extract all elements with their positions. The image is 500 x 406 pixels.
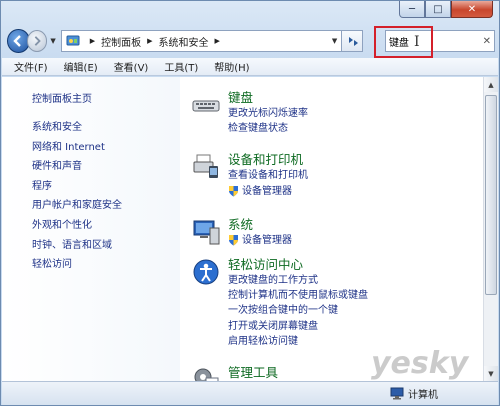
- result-link[interactable]: 设备管理器: [228, 233, 482, 248]
- sidebar-item[interactable]: 轻松访问: [32, 255, 122, 275]
- result-category-title[interactable]: 键盘: [228, 89, 482, 106]
- content-area: 控制面板主页 系统和安全 网络和 Internet 硬件和声音 程序 用户帐户和家庭安全…: [2, 77, 498, 394]
- search-highlight-box: [374, 26, 433, 58]
- result-link-label[interactable]: 打开或关闭屏幕键盘: [228, 319, 318, 334]
- result-link-label[interactable]: 查看设备和打印机: [228, 168, 308, 183]
- result-category: 轻松访问中心 更改键盘的工作方式 控制计算机而不使用鼠标或键盘 一次按组合键中的一个键…: [192, 256, 482, 349]
- back-arrow-icon: [13, 35, 22, 47]
- status-bar: 计算机: [2, 381, 498, 405]
- scroll-down-button[interactable]: ▼: [484, 366, 498, 381]
- explorer-window: ─ □ ✕ ▼ ▶ 控制面板 ▶ 系统和安全 ▶ ▼ ✕ I 文件(F) 编辑(E) 查看(…: [0, 0, 500, 406]
- breadcrumb: ▶ 控制面板 ▶ 系统和安全 ▶: [84, 34, 226, 49]
- result-link-label[interactable]: 控制计算机而不使用鼠标或键盘: [228, 288, 368, 303]
- menu-bar: 文件(F) 编辑(E) 查看(V) 工具(T) 帮助(H): [2, 58, 498, 76]
- breadcrumb-item[interactable]: 系统和安全: [158, 34, 208, 49]
- system-icon: [193, 220, 220, 245]
- breadcrumb-separator-icon[interactable]: ▶: [90, 37, 95, 45]
- sidebar: 控制面板主页 系统和安全 网络和 Internet 硬件和声音 程序 用户帐户和家庭安全…: [2, 77, 180, 381]
- sidebar-item[interactable]: 外观和个性化: [32, 216, 122, 236]
- recent-pages-dropdown[interactable]: ▼: [48, 37, 57, 45]
- menu-item[interactable]: 帮助(H): [214, 59, 249, 74]
- result-link-label[interactable]: 更改键盘的工作方式: [228, 273, 318, 288]
- result-category: 系统 设备管理器: [192, 216, 482, 248]
- sidebar-item[interactable]: 用户帐户和家庭安全: [32, 196, 122, 216]
- address-bar[interactable]: ▶ 控制面板 ▶ 系统和安全 ▶ ▼: [60, 30, 343, 52]
- result-link-label[interactable]: 一次按组合键中的一个键: [228, 303, 338, 318]
- caption-buttons: ─ □ ✕: [399, 1, 493, 18]
- scroll-up-button[interactable]: ▲: [484, 77, 498, 92]
- sidebar-item[interactable]: 时钟、语言和区域: [32, 236, 122, 256]
- keyboard-icon: [192, 100, 220, 112]
- sidebar-nav: 系统和安全 网络和 Internet 硬件和声音 程序 用户帐户和家庭安全 外观和个性化时…: [32, 118, 122, 275]
- menu-item[interactable]: 文件(F): [14, 59, 48, 74]
- result-link-label[interactable]: 检查键盘状态: [228, 121, 288, 136]
- result-link[interactable]: 检查键盘状态: [228, 121, 482, 136]
- sidebar-item[interactable]: 系统和安全: [32, 118, 122, 138]
- refresh-icon: [348, 36, 358, 46]
- menu-item[interactable]: 查看(V): [114, 59, 149, 74]
- result-link[interactable]: 打开或关闭屏幕键盘: [228, 319, 482, 334]
- result-link[interactable]: 一次按组合键中的一个键: [228, 303, 482, 318]
- menu-item[interactable]: 工具(T): [164, 59, 198, 74]
- result-link[interactable]: 更改光标闪烁速率: [228, 106, 482, 121]
- maximize-button[interactable]: □: [425, 1, 451, 18]
- result-category-title[interactable]: 轻松访问中心: [228, 256, 482, 273]
- address-dropdown-icon[interactable]: ▼: [332, 37, 337, 45]
- sidebar-item[interactable]: 程序: [32, 177, 122, 197]
- computer-icon: [390, 387, 404, 400]
- control-panel-icon: [66, 35, 80, 46]
- result-link[interactable]: 更改键盘的工作方式: [228, 273, 482, 288]
- refresh-button[interactable]: [342, 30, 363, 52]
- result-link-label[interactable]: 更改光标闪烁速率: [228, 106, 308, 121]
- forward-arrow-icon: [34, 36, 41, 46]
- search-clear-button[interactable]: ✕: [483, 36, 491, 47]
- printer-icon: [193, 154, 218, 179]
- uac-shield-icon: [229, 186, 238, 197]
- result-link-label[interactable]: 设备管理器: [242, 184, 292, 199]
- result-link-label[interactable]: 启用轻松访问键: [228, 334, 298, 349]
- close-button[interactable]: ✕: [451, 1, 493, 18]
- sidebar-item[interactable]: 硬件和声音: [32, 157, 122, 177]
- menu-item[interactable]: 编辑(E): [64, 59, 98, 74]
- scroll-thumb[interactable]: [485, 95, 497, 295]
- result-category: 设备和打印机 查看设备和打印机 设备管理器: [192, 151, 482, 198]
- sidebar-item[interactable]: 网络和 Internet: [32, 138, 122, 158]
- result-link[interactable]: 查看设备和打印机: [228, 168, 482, 183]
- vertical-scrollbar[interactable]: ▲ ▼: [483, 77, 498, 381]
- status-computer: 计算机: [390, 386, 438, 401]
- sidebar-home-link[interactable]: 控制面板主页: [32, 90, 92, 105]
- result-link[interactable]: 设备管理器: [228, 184, 482, 199]
- watermark: yesky: [371, 346, 469, 381]
- ease-of-access-icon: [193, 259, 219, 285]
- result-category: 键盘 更改光标闪烁速率 检查键盘状态: [192, 89, 482, 136]
- result-link[interactable]: 控制计算机而不使用鼠标或键盘: [228, 288, 482, 303]
- result-category-title[interactable]: 系统: [228, 216, 482, 233]
- result-category-title[interactable]: 设备和打印机: [228, 151, 482, 168]
- status-computer-label: 计算机: [408, 390, 438, 401]
- forward-button[interactable]: [26, 30, 48, 52]
- breadcrumb-item[interactable]: 控制面板: [101, 34, 141, 49]
- uac-shield-icon: [229, 235, 238, 246]
- result-link-label[interactable]: 设备管理器: [242, 233, 292, 248]
- text-cursor-icon: I: [414, 34, 420, 50]
- minimize-button[interactable]: ─: [399, 1, 425, 18]
- breadcrumb-separator-icon[interactable]: ▶: [214, 37, 219, 45]
- breadcrumb-separator-icon[interactable]: ▶: [147, 37, 152, 45]
